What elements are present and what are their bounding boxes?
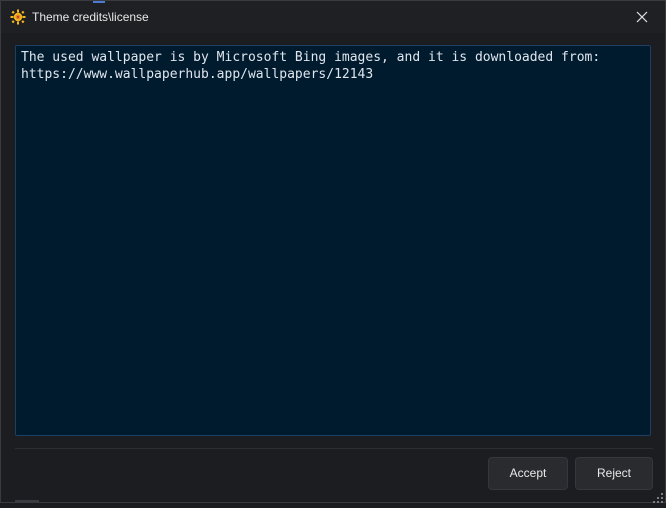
dialog-window: Theme credits\license The used wallpaper… — [0, 0, 666, 503]
accept-button[interactable]: Accept — [488, 457, 568, 490]
bottom-edge-mark — [15, 500, 39, 502]
footer-divider — [15, 448, 653, 449]
close-button[interactable] — [619, 1, 665, 33]
close-icon — [636, 11, 648, 23]
resize-grip-icon[interactable] — [653, 490, 663, 503]
title-bar[interactable]: Theme credits\license — [1, 1, 665, 33]
reject-button[interactable]: Reject — [575, 457, 653, 490]
sun-gear-icon — [10, 9, 26, 25]
window-title: Theme credits\license — [32, 10, 149, 24]
license-text-area[interactable]: The used wallpaper is by Microsoft Bing … — [15, 45, 651, 436]
title-accent — [93, 1, 105, 3]
